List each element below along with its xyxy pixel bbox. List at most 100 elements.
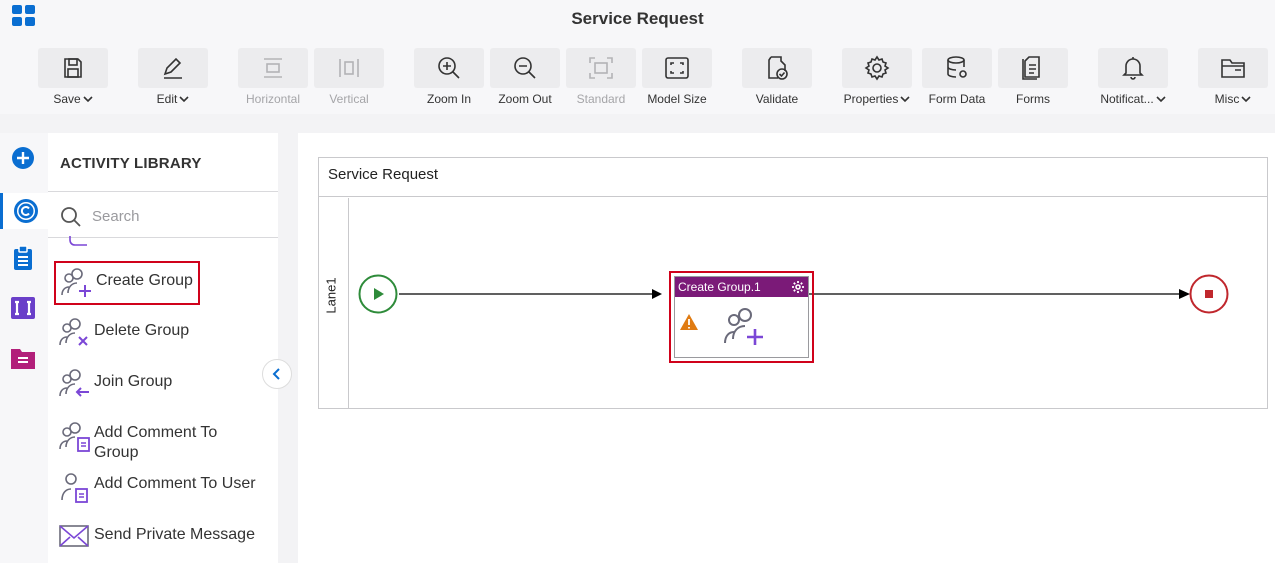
library-item-label: Create Group [96,272,193,289]
horizontal-button[interactable]: Horizontal [238,48,308,106]
chevron-down-icon [179,96,189,103]
zoom-out-icon [514,57,536,79]
title-bar: Service Request [0,0,1275,38]
forms-icon [1022,56,1040,80]
folder-form-icon [11,349,35,369]
bell-icon [1122,57,1144,80]
library-item-create-group[interactable]: Create Group [54,261,200,305]
zoom-out-button[interactable]: Zoom Out [490,48,560,106]
vertical-button[interactable]: Vertical [314,48,384,106]
standard-button[interactable]: Standard [566,48,636,106]
form-data-button[interactable]: Form Data [922,48,992,106]
notifications-button[interactable]: Notificat... [1098,48,1168,106]
envelope-icon [59,525,89,547]
clipboard-icon [14,245,32,270]
form-data-label: Form Data [928,92,986,106]
standard-size-icon [589,57,613,79]
pool: Service Request Lane1 Create Group.1 [318,157,1268,409]
activity-library-panel: ACTIVITY LIBRARY Create Group Delete Gro… [48,133,278,563]
standard-label: Standard [576,92,626,106]
library-item-delete-group[interactable]: Delete Group [54,313,264,349]
database-icon [947,56,967,78]
warning-icon[interactable] [679,313,699,331]
model-size-label: Model Size [647,92,707,106]
process-canvas: Service Request Lane1 Create Group.1 [298,133,1275,563]
vertical-label: Vertical [329,92,369,106]
chevron-left-icon [272,368,280,380]
zoom-in-label: Zoom In [426,92,471,106]
toolbar: Save Edit Horizontal Vertical Zoom In Zo… [0,38,1275,114]
create-group-icon [724,308,763,345]
save-button[interactable]: Save [38,48,108,106]
library-item-label: Join Group [94,373,173,390]
partial-item-icon [69,236,87,246]
folder-icon [1221,59,1245,78]
library-item-label: Send Private Message [94,526,255,543]
validate-label: Validate [755,92,799,106]
library-title: ACTIVITY LIBRARY [60,155,202,172]
save-icon [64,58,82,78]
variables-icon [11,297,35,319]
library-item-label: Add Comment To User [94,475,256,492]
chevron-down-icon [1156,96,1166,103]
delete-group-icon [59,318,88,346]
properties-label: Properties [843,92,899,106]
variables-nav-button[interactable] [8,293,38,323]
library-item-add-comment-group[interactable]: Add Comment To Group [54,415,264,463]
forms-button[interactable]: Forms [998,48,1068,106]
library-item-add-comment-user[interactable]: Add Comment To User [54,466,264,503]
search-icon [61,207,81,227]
start-event[interactable] [358,274,398,314]
model-size-icon [665,57,689,79]
gear-icon[interactable] [791,280,805,294]
misc-label: Misc [1214,92,1240,106]
zoom-in-button[interactable]: Zoom In [414,48,484,106]
pencil-icon [163,57,182,79]
forms-label: Forms [1016,92,1050,106]
library-item-send-private-message[interactable]: Send Private Message [54,517,264,553]
collapse-panel-button[interactable] [262,359,292,389]
misc-button[interactable]: Misc [1198,48,1268,106]
activity-library-nav-button[interactable] [0,193,48,229]
stop-icon [1205,290,1213,298]
forms-nav-button[interactable] [8,343,38,373]
zoom-in-icon [438,57,460,79]
library-search [48,192,278,238]
save-label: Save [53,92,81,106]
end-event[interactable] [1189,274,1229,314]
create-group-activity[interactable]: Create Group.1 [674,276,809,358]
horizontal-label: Horizontal [245,92,301,106]
validate-button[interactable]: Validate [742,48,812,106]
c-circle-icon [13,199,38,223]
plus-circle-icon [12,147,34,169]
properties-button[interactable]: Properties [842,48,912,106]
edit-button[interactable]: Edit [138,48,208,106]
search-input[interactable] [92,204,262,228]
activity-title: Create Group.1 [678,280,761,294]
horizontal-layout-icon [264,58,282,78]
chevron-down-icon [1241,96,1251,103]
join-group-icon [59,369,89,397]
library-item-label: Delete Group [94,322,190,339]
library-item-join-group[interactable]: Join Group [54,364,264,400]
validate-icon [768,56,788,80]
vertical-layout-icon [339,59,359,77]
gear-icon [864,55,890,81]
activity-header: Create Group.1 [675,277,808,297]
model-size-button[interactable]: Model Size [642,48,712,106]
chevron-down-icon [900,96,910,103]
library-item-label: Add Comment To Group [94,424,218,461]
chevron-down-icon [83,96,93,103]
notifications-label: Notificat... [1100,92,1154,106]
create-group-icon [61,268,91,297]
activity-selection: Create Group.1 [669,271,814,363]
add-comment-group-icon [59,422,90,452]
zoom-out-label: Zoom Out [498,92,552,106]
add-comment-user-icon [61,473,88,503]
arrowhead-icon [652,289,662,299]
add-nav-button[interactable] [8,143,38,173]
edit-label: Edit [156,92,178,106]
app-title: Service Request [571,9,704,28]
left-nav [0,133,48,563]
clipboard-nav-button[interactable] [8,243,38,273]
